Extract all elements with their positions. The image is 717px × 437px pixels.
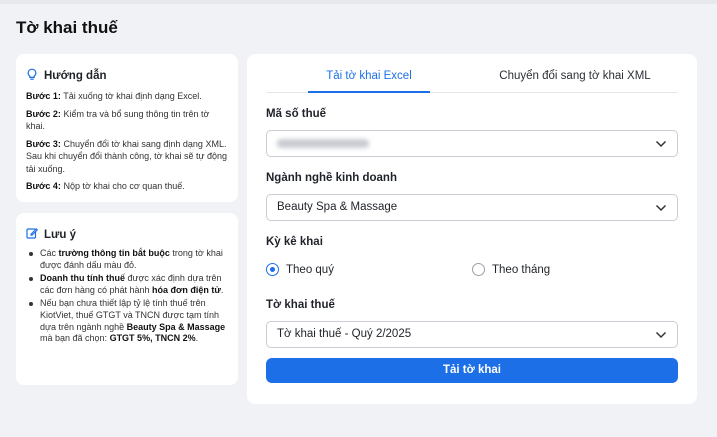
period-quarter-radio[interactable]: Theo quý [266,263,334,276]
guide-title: Hướng dẫn [44,70,107,82]
period-month-radio[interactable]: Theo tháng [472,263,550,276]
chevron-down-icon [655,140,667,148]
declaration-value: Tờ khai thuế - Quý 2/2025 [277,328,412,340]
guide-step-2: Bước 2: Kiểm tra và bổ sung thông tin tr… [26,108,210,132]
guide-header: Hướng dẫn [26,68,228,84]
note-card: Lưu ý Các trường thông tin bắt buộc tron… [16,213,238,385]
tax-code-value-redacted [277,139,369,148]
tax-code-label: Mã số thuế [266,108,327,120]
top-bar [0,0,717,4]
industry-label: Ngành nghề kinh doanh [266,172,397,184]
note-title: Lưu ý [44,228,76,241]
guide-step-3: Bước 3: Chuyển đổi tờ khai sang định dạn… [26,138,228,174]
lightbulb-icon [26,68,38,84]
period-label: Kỳ kê khai [266,236,323,248]
page-title: Tờ khai thuế [16,18,118,37]
guide-step-1: Bước 1: Tải xuống tờ khai định dạng Exce… [26,91,202,101]
declaration-select[interactable]: Tờ khai thuế - Quý 2/2025 [266,321,678,348]
guide-step-4: Bước 4: Nộp tờ khai cho cơ quan thuế. [26,181,185,191]
note-header: Lưu ý [26,227,228,242]
tab-convert-xml[interactable]: Chuyển đổi sang tờ khai XML [472,54,678,92]
note-item: Nếu bạn chưa thiết lập tỷ lệ tính thuế t… [26,298,228,344]
radio-unchecked-icon [472,263,485,276]
note-item: Doanh thu tính thuế được xác định dựa tr… [26,273,228,296]
radio-checked-icon [266,263,279,276]
declaration-label: Tờ khai thuế [266,299,335,311]
industry-select[interactable]: Beauty Spa & Massage [266,194,678,221]
tab-download-excel[interactable]: Tải tờ khai Excel [266,54,472,93]
chevron-down-icon [655,204,667,212]
chevron-down-icon [655,331,667,339]
tab-bar: Tải tờ khai Excel Chuyển đổi sang tờ kha… [266,54,678,93]
tax-code-select[interactable] [266,130,678,157]
edit-icon [26,227,39,242]
note-list: Các trường thông tin bắt buộc trong tờ k… [26,248,228,345]
industry-value: Beauty Spa & Massage [277,201,398,213]
main-form-card: Tải tờ khai Excel Chuyển đổi sang tờ kha… [247,54,697,404]
period-month-label: Theo tháng [492,263,551,276]
period-radio-group: Theo quý Theo tháng [266,263,678,281]
guide-card: Hướng dẫn Bước 1: Tải xuống tờ khai định… [16,54,238,202]
download-declaration-button[interactable]: Tải tờ khai [266,358,678,383]
period-quarter-label: Theo quý [286,263,334,276]
note-item: Các trường thông tin bắt buộc trong tờ k… [26,248,228,271]
